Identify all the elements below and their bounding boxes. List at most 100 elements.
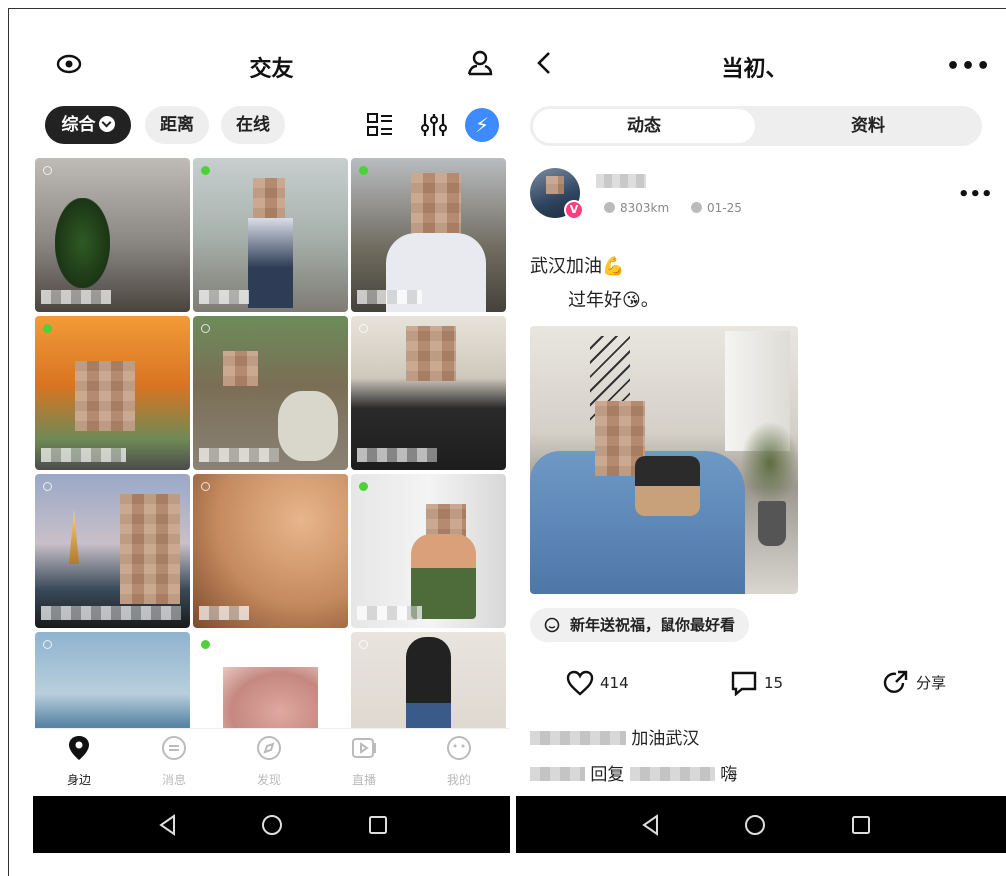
comment-row[interactable]: 回复 嗨 [530,760,737,785]
share-button[interactable]: 分享 [882,670,946,696]
filter-comprehensive[interactable]: 综合 [45,106,131,144]
filter-sliders-icon[interactable] [419,110,449,140]
tab-label: 直播 [351,773,376,787]
user-card[interactable] [193,632,348,728]
tab-me[interactable]: 我的 [419,733,499,788]
user-card[interactable] [351,316,506,470]
home-circle-icon[interactable] [259,812,285,838]
share-label: 分享 [916,674,947,692]
tab-label: 发现 [256,773,281,787]
filter-comprehensive-label: 综合 [61,115,96,135]
blurred-caption [357,606,422,620]
blurred-caption [199,606,249,620]
pixelated-face [120,494,180,604]
user-card[interactable] [35,632,190,728]
user-photo-grid [35,158,509,728]
smile-icon [447,736,471,760]
post-line-2: 过年好😘。 [568,290,659,311]
statue-image [278,391,338,461]
tab-profile[interactable]: 资料 [757,109,979,143]
tab-nearby[interactable]: 身边 [39,733,119,788]
user-card[interactable] [193,158,348,312]
offline-dot [359,640,368,649]
tab-messages[interactable]: 消息 [134,733,214,788]
distance-text: 8303km [620,201,670,215]
filter-distance[interactable]: 距离 [145,106,209,144]
post-more-icon[interactable]: ••• [958,184,993,205]
reply-word: 回复 [590,765,625,785]
comment-count: 15 [764,674,784,692]
back-triangle-icon[interactable] [155,812,181,838]
topic-tag-label: 新年送祝福，鼠你最好看 [570,616,736,634]
layout-list-icon[interactable] [365,110,395,140]
tower-image [69,509,79,564]
blurred-caption [41,290,111,304]
post-photo[interactable] [530,326,798,594]
clock-icon [691,202,703,213]
user-card[interactable] [35,316,190,470]
distance-info: 8303km [604,201,669,215]
heart-icon [566,670,594,696]
closeup-image [223,667,318,728]
home-circle-icon[interactable] [742,812,768,838]
user-card[interactable] [35,158,190,312]
page-title: 交友 [249,57,294,82]
user-card[interactable] [193,316,348,470]
online-dot [43,324,52,333]
tab-live[interactable]: 直播 [324,733,404,788]
offline-dot [43,482,52,491]
blurred-username [629,767,715,781]
blurred-caption [41,606,181,620]
user-card[interactable] [193,474,348,628]
filter-online[interactable]: 在线 [221,106,285,144]
pixelated-face [406,326,456,381]
pixelated-face [546,176,564,194]
vip-badge-icon: V [564,200,584,220]
tab-discover[interactable]: 发现 [229,733,309,788]
comment-text: 加油武汉 [631,729,700,749]
comment-icon [731,671,757,697]
blurred-caption [41,448,126,462]
pixelated-face [75,361,135,431]
comment-button[interactable]: 15 [730,670,784,697]
offline-dot [43,166,52,175]
online-dot [201,640,210,649]
blurred-caption [357,448,437,462]
person-image [635,456,700,516]
more-options-icon[interactable]: ••• [946,54,991,79]
plant-pot-image [758,501,786,546]
recents-square-icon[interactable] [848,812,874,838]
smile-icon [544,617,560,633]
post-text: 武汉加油💪 过年好😘。 [530,250,659,318]
user-card[interactable] [35,474,190,628]
pixelated-face [411,173,461,233]
user-location-icon[interactable] [465,48,493,78]
android-nav-bar [33,796,510,853]
user-card[interactable] [351,632,506,728]
user-card[interactable] [351,474,506,628]
topic-tag[interactable]: 新年送祝福，鼠你最好看 [530,608,750,642]
top-bar: 交友 [33,36,510,94]
blurred-username [530,731,626,745]
back-triangle-icon[interactable] [638,812,664,838]
live-video-icon [352,738,376,758]
offline-dot [43,640,52,649]
user-card[interactable] [351,158,506,312]
location-pin-icon [604,202,615,213]
lightning-bolt-icon[interactable]: ⚡ [465,108,499,142]
offline-dot [201,482,210,491]
segmented-tabs: 动态 资料 [530,106,982,146]
right-phone-screen: 当初、 ••• 动态 资料 V 8303km 01-25 ••• 武汉加油💪 过… [516,36,1006,853]
post-line-1: 武汉加油💪 [530,256,625,277]
like-button[interactable]: 414 [566,670,629,696]
online-dot [201,166,210,175]
share-icon [883,670,908,693]
recents-square-icon[interactable] [365,812,391,838]
offline-dot [359,324,368,333]
date-text: 01-25 [707,201,742,215]
comment-row[interactable]: 加油武汉 [530,724,699,749]
tab-feed[interactable]: 动态 [533,109,755,143]
online-dot [359,482,368,491]
blurred-username [530,767,585,781]
plant-image [55,198,110,288]
